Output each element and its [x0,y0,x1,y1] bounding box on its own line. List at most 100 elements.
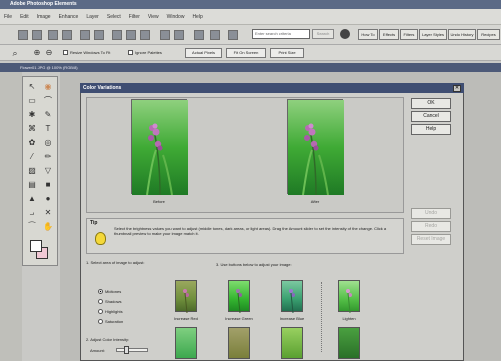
step1-label: 1. Select area of image to adjust: [86,260,145,265]
move-tool-icon[interactable]: ↖ [25,81,39,93]
step-forward-icon[interactable] [174,30,184,40]
cancel-button[interactable]: Cancel [411,111,451,122]
eraser-tool-icon[interactable]: ▨ [25,165,39,177]
help-button[interactable]: Help [411,124,451,135]
open-icon[interactable] [32,30,42,40]
palette-layer-styles-button[interactable]: Layer Styles [419,29,447,40]
increase-red-thumbnail[interactable] [175,280,197,314]
palette-filters-button[interactable]: Filters [400,29,418,40]
increase-blue-flower [289,289,295,314]
menu-window[interactable]: Window [163,9,189,25]
undo-button[interactable]: Undo [411,208,451,219]
print-icon[interactable] [62,30,72,40]
close-icon[interactable]: ✕ [453,85,461,92]
thumbnail-divider [321,282,322,352]
copy-icon[interactable] [126,30,136,40]
clone-stamp-icon[interactable]: ⨼ [25,207,39,219]
tip-heading: Tip [90,220,98,226]
red-eye-icon[interactable]: ◎ [41,137,55,149]
type-tool-icon[interactable]: T [41,123,55,135]
help-icon[interactable] [340,29,350,39]
shape-tool-icon[interactable]: ■ [41,179,55,191]
sharpen-icon[interactable] [228,30,238,40]
palette-how-to-button[interactable]: How To [358,29,378,40]
after-image [287,99,344,196]
radio-highlights[interactable]: Highlights [98,308,123,315]
increase-green-thumbnail[interactable] [228,280,250,314]
amount-slider-track[interactable] [116,348,148,352]
lasso-tool-icon[interactable]: ⌒ [41,95,55,107]
pencil-tool-icon[interactable]: ✏ [41,151,55,163]
increase-blue-thumbnail[interactable] [281,280,303,314]
print-size-button[interactable]: Print Size [270,48,304,58]
paste-icon[interactable] [140,30,150,40]
reset-image-button[interactable]: Reset Image [411,234,451,245]
palette-recipes-button[interactable]: Recipes [477,29,500,40]
increase-green-flower [236,289,242,314]
quick-fix-icon[interactable] [194,30,204,40]
eye-icon[interactable]: ◉ [41,81,55,93]
tip-text: Select the brightness values you want to… [114,226,387,236]
marquee-tool-icon[interactable]: ▭ [25,95,39,107]
redo-button[interactable]: Redo [411,221,451,232]
magic-wand-icon[interactable]: ✱ [25,109,39,121]
foreground-color-swatch[interactable] [30,240,42,252]
step-backward-icon[interactable] [160,30,170,40]
increase-red-label: Increase Red [174,316,198,321]
new-file-icon[interactable] [18,30,28,40]
dialog-title: Color Variations [80,83,464,93]
email-icon[interactable] [80,30,90,40]
color-variations-icon[interactable] [210,30,220,40]
blur-tool-icon[interactable]: ▲ [25,193,39,205]
crop-tool-icon[interactable]: ⌘ [25,123,39,135]
radio-saturation-label: Saturation [105,319,124,324]
gradient-tool-icon[interactable]: ▤ [25,179,39,191]
darken-thumbnail[interactable] [338,327,360,359]
sponge-tool-icon[interactable]: ● [41,193,55,205]
ok-button[interactable]: OK [411,98,451,109]
selection-brush-icon[interactable]: ✎ [41,109,55,121]
paint-bucket-icon[interactable]: ▽ [41,165,55,177]
menu-filter[interactable]: Filter [125,9,144,25]
menu-view[interactable]: View [144,9,163,25]
web-photo-icon[interactable] [94,30,104,40]
lighten-thumbnail[interactable] [338,280,360,314]
ignore-palettes-checkbox[interactable]: Ignore Palettes [128,48,162,58]
search-button[interactable]: Search [312,29,334,39]
menu-file[interactable]: File [0,9,16,25]
palette-undo-history-button[interactable]: Undo History [448,29,476,40]
zoom-out-icon[interactable]: ⊖ [42,47,56,59]
save-icon[interactable] [48,30,58,40]
eyedropper-icon[interactable]: ⁀ [25,221,39,233]
document-title-bar[interactable]: Flower01 JPG @ 100% (RGB/8) [0,63,501,72]
decrease-red-thumbnail[interactable] [175,327,197,359]
tip-bulb-icon [95,232,106,245]
radio-saturation[interactable]: Saturation [98,318,123,325]
menu-layer[interactable]: Layer [82,9,103,25]
cut-icon[interactable] [112,30,122,40]
menu-help[interactable]: Help [188,9,206,25]
radio-midtones[interactable]: Midtones [98,288,121,295]
brush-tool-icon[interactable]: ⁄ [25,151,39,163]
resize-windows-checkbox[interactable]: Resize Windows To Fit [63,48,110,58]
decrease-blue-thumbnail[interactable] [281,327,303,359]
increase-red-flower [183,289,189,314]
menu-edit[interactable]: Edit [16,9,33,25]
search-input[interactable]: Enter search criteria [252,29,310,39]
increase-green-label: Increase Green [225,316,253,321]
palette-effects-button[interactable]: Effects [379,29,399,40]
menu-enhance[interactable]: Enhance [55,9,83,25]
cookie-cutter-icon[interactable]: ✿ [25,137,39,149]
radio-shadows[interactable]: Shadows [98,298,121,305]
amount-slider-thumb[interactable] [124,346,130,354]
hand-icon[interactable]: ✋ [41,221,55,233]
healing-brush-icon[interactable]: ✕ [41,207,55,219]
menu-select[interactable]: Select [103,9,125,25]
after-label: After [310,199,320,204]
zoom-icon[interactable]: ⌕ [8,47,22,59]
before-image [131,99,188,196]
menu-image[interactable]: Image [33,9,55,25]
fit-on-screen-button[interactable]: Fit On Screen [226,48,266,58]
actual-pixels-button[interactable]: Actual Pixels [185,48,222,58]
decrease-green-thumbnail[interactable] [228,327,250,359]
